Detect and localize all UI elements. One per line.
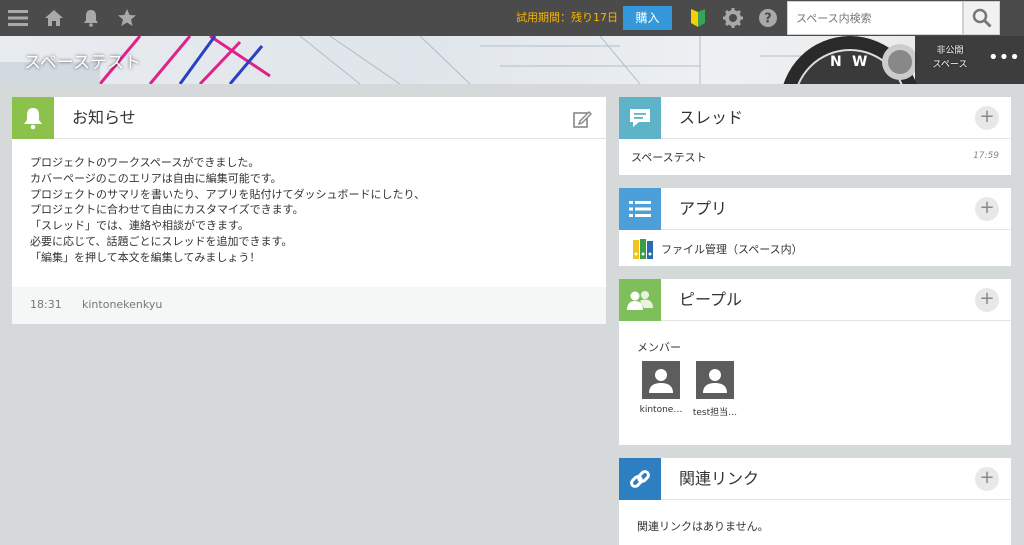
notice-line: プロジェクトのサマリを書いたり、アプリを貼付けてダッシュボードにしたり、 bbox=[30, 187, 426, 201]
notice-updated-time: 18:31 bbox=[30, 298, 62, 311]
add-link-button[interactable]: + bbox=[975, 467, 999, 491]
list-icon bbox=[619, 188, 661, 230]
chat-bubble-icon bbox=[619, 97, 661, 139]
people-panel: ピープル + メンバー kintone… test担当… bbox=[619, 279, 1011, 445]
notice-updated-user[interactable]: kintonekenkyu bbox=[82, 298, 162, 311]
people-icon bbox=[619, 279, 661, 321]
search-box bbox=[787, 1, 963, 35]
members-label: メンバー bbox=[637, 341, 681, 354]
notice-line: 「編集」を押して本文を編集してみましょう！ bbox=[30, 250, 261, 264]
notice-header: お知らせ bbox=[12, 97, 606, 139]
more-dots-icon[interactable]: ••• bbox=[988, 48, 1020, 72]
thread-item-time: 17:59 bbox=[973, 151, 999, 161]
cover-image: N W bbox=[0, 36, 1024, 84]
status-line-1: 非公開 bbox=[936, 46, 964, 56]
notice-body: プロジェクトのワークスペースができました。 カバーページのこのエリアは自由に編集… bbox=[30, 155, 425, 266]
search-button[interactable] bbox=[963, 1, 1000, 35]
member-name: test担当… bbox=[692, 408, 738, 418]
beginner-mark-icon[interactable] bbox=[682, 0, 714, 36]
top-bar: 試用期間：残り17日 購入 ? bbox=[0, 0, 1024, 36]
space-cover-banner: N W スペーステスト 非公開 スペース ••• bbox=[0, 36, 1024, 84]
notice-line: カバーページのこのエリアは自由に編集可能です。 bbox=[30, 171, 282, 185]
bell-icon[interactable] bbox=[75, 0, 107, 36]
edit-icon[interactable] bbox=[572, 109, 592, 129]
notice-line: 必要に応じて、話題ごとにスレッドを追加できます。 bbox=[30, 234, 293, 248]
hamburger-icon[interactable] bbox=[2, 0, 34, 36]
notice-footer: 18:31 kintonekenkyu bbox=[12, 287, 606, 324]
svg-text:N: N bbox=[830, 54, 842, 70]
threads-panel: スレッド + スペーステスト 17:59 bbox=[619, 97, 1011, 175]
home-icon[interactable] bbox=[38, 0, 70, 36]
add-member-button[interactable]: + bbox=[975, 288, 999, 312]
threads-title: スレッド bbox=[679, 108, 744, 127]
related-links-header: 関連リンク + bbox=[619, 458, 1011, 500]
thread-item-name[interactable]: スペーステスト bbox=[631, 149, 707, 165]
search-icon bbox=[972, 8, 992, 28]
search-input[interactable] bbox=[788, 2, 962, 34]
threads-header: スレッド + bbox=[619, 97, 1011, 139]
bell-icon bbox=[12, 97, 54, 139]
related-links-panel: 関連リンク + 関連リンクはありません。 bbox=[619, 458, 1011, 545]
avatar bbox=[696, 361, 734, 399]
star-icon[interactable] bbox=[111, 0, 143, 36]
svg-text:?: ? bbox=[764, 12, 772, 27]
link-icon bbox=[619, 458, 661, 500]
people-title: ピープル bbox=[679, 290, 743, 309]
people-header: ピープル + bbox=[619, 279, 1011, 321]
app-item-name: ファイル管理（スペース内） bbox=[661, 243, 803, 256]
member-item[interactable]: test担当… bbox=[690, 361, 740, 418]
buy-button[interactable]: 購入 bbox=[623, 6, 672, 30]
notice-line: プロジェクトのワークスペースができました。 bbox=[30, 156, 260, 169]
notice-panel: お知らせ プロジェクトのワークスペースができました。 カバーページのこのエリアは… bbox=[12, 97, 606, 324]
member-item[interactable]: kintone… bbox=[636, 361, 686, 415]
binder-icon bbox=[633, 239, 653, 259]
apps-title: アプリ bbox=[679, 199, 728, 218]
svg-text:W: W bbox=[852, 54, 867, 70]
trial-period-text: 試用期間：残り17日 bbox=[516, 11, 618, 24]
app-item[interactable]: ファイル管理（スペース内） bbox=[631, 237, 803, 261]
user-icon bbox=[703, 369, 727, 393]
add-thread-button[interactable]: + bbox=[975, 106, 999, 130]
notice-line: プロジェクトに合わせて自由にカスタマイズできます。 bbox=[30, 203, 304, 217]
add-app-button[interactable]: + bbox=[975, 197, 999, 221]
space-title: スペーステスト bbox=[24, 53, 141, 73]
space-visibility-status: 非公開 スペース bbox=[920, 44, 980, 72]
apps-panel: アプリ + ファイル管理（スペース内） bbox=[619, 188, 1011, 266]
related-links-empty-text: 関連リンクはありません。 bbox=[637, 520, 769, 533]
gear-icon[interactable] bbox=[717, 0, 749, 36]
notice-line: 「スレッド」では、連絡や相談ができます。 bbox=[30, 219, 249, 233]
apps-header: アプリ + bbox=[619, 188, 1011, 230]
notice-title: お知らせ bbox=[72, 108, 136, 127]
status-line-2: スペース bbox=[932, 60, 968, 70]
related-links-title: 関連リンク bbox=[679, 469, 760, 488]
avatar bbox=[642, 361, 680, 399]
user-icon bbox=[649, 369, 673, 393]
help-icon[interactable]: ? bbox=[752, 0, 784, 36]
member-name: kintone… bbox=[639, 405, 683, 415]
